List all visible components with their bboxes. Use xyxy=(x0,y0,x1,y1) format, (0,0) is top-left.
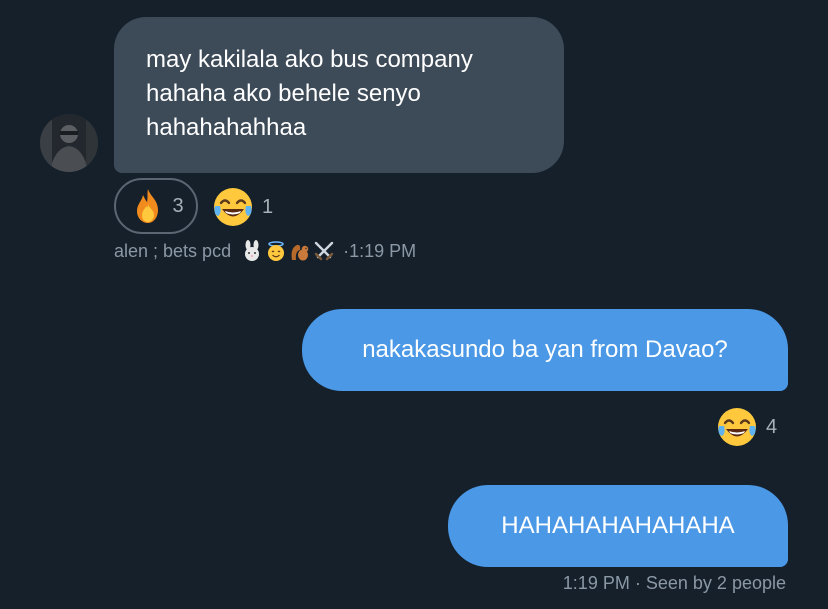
rabbit-icon xyxy=(241,240,263,262)
tears-of-joy-icon xyxy=(716,406,758,448)
name-emojis xyxy=(241,240,335,262)
message-time: 1:19 PM xyxy=(562,573,630,593)
angel-icon xyxy=(265,240,287,262)
fire-icon xyxy=(128,186,168,226)
seen-status[interactable]: Seen by 2 people xyxy=(646,573,786,593)
meta-separator: · xyxy=(634,573,641,593)
reaction-laugh-button[interactable]: 4 xyxy=(716,406,777,448)
message-meta: 1:19 PM · Seen by 2 people xyxy=(563,573,786,594)
reaction-count: 1 xyxy=(262,195,274,218)
message-text: nakakasundo ba yan from Davao? xyxy=(362,336,728,363)
reaction-count: 3 xyxy=(172,194,184,217)
reaction-laugh-button[interactable]: 1 xyxy=(212,186,273,228)
sender-name[interactable]: alen ; bets pcd xyxy=(114,241,231,262)
squirrel-icon xyxy=(289,240,311,262)
reaction-count: 4 xyxy=(766,415,778,438)
tears-of-joy-icon xyxy=(212,186,254,228)
message-time: 1:19 PM xyxy=(349,240,417,261)
avatar[interactable] xyxy=(40,114,98,172)
message-text: HAHAHAHAHAHAHA xyxy=(501,512,735,539)
reaction-fire-button[interactable]: 3 xyxy=(114,178,198,234)
crossed-swords-icon xyxy=(313,240,335,262)
incoming-message-bubble[interactable]: may kakilala ako bus company hahaha ako … xyxy=(114,17,564,173)
outgoing-message-bubble[interactable]: nakakasundo ba yan from Davao? xyxy=(302,309,788,391)
message-meta: alen ; bets pcd · 1:19 PM xyxy=(114,240,416,262)
outgoing-message-bubble[interactable]: HAHAHAHAHAHAHA xyxy=(448,485,788,567)
